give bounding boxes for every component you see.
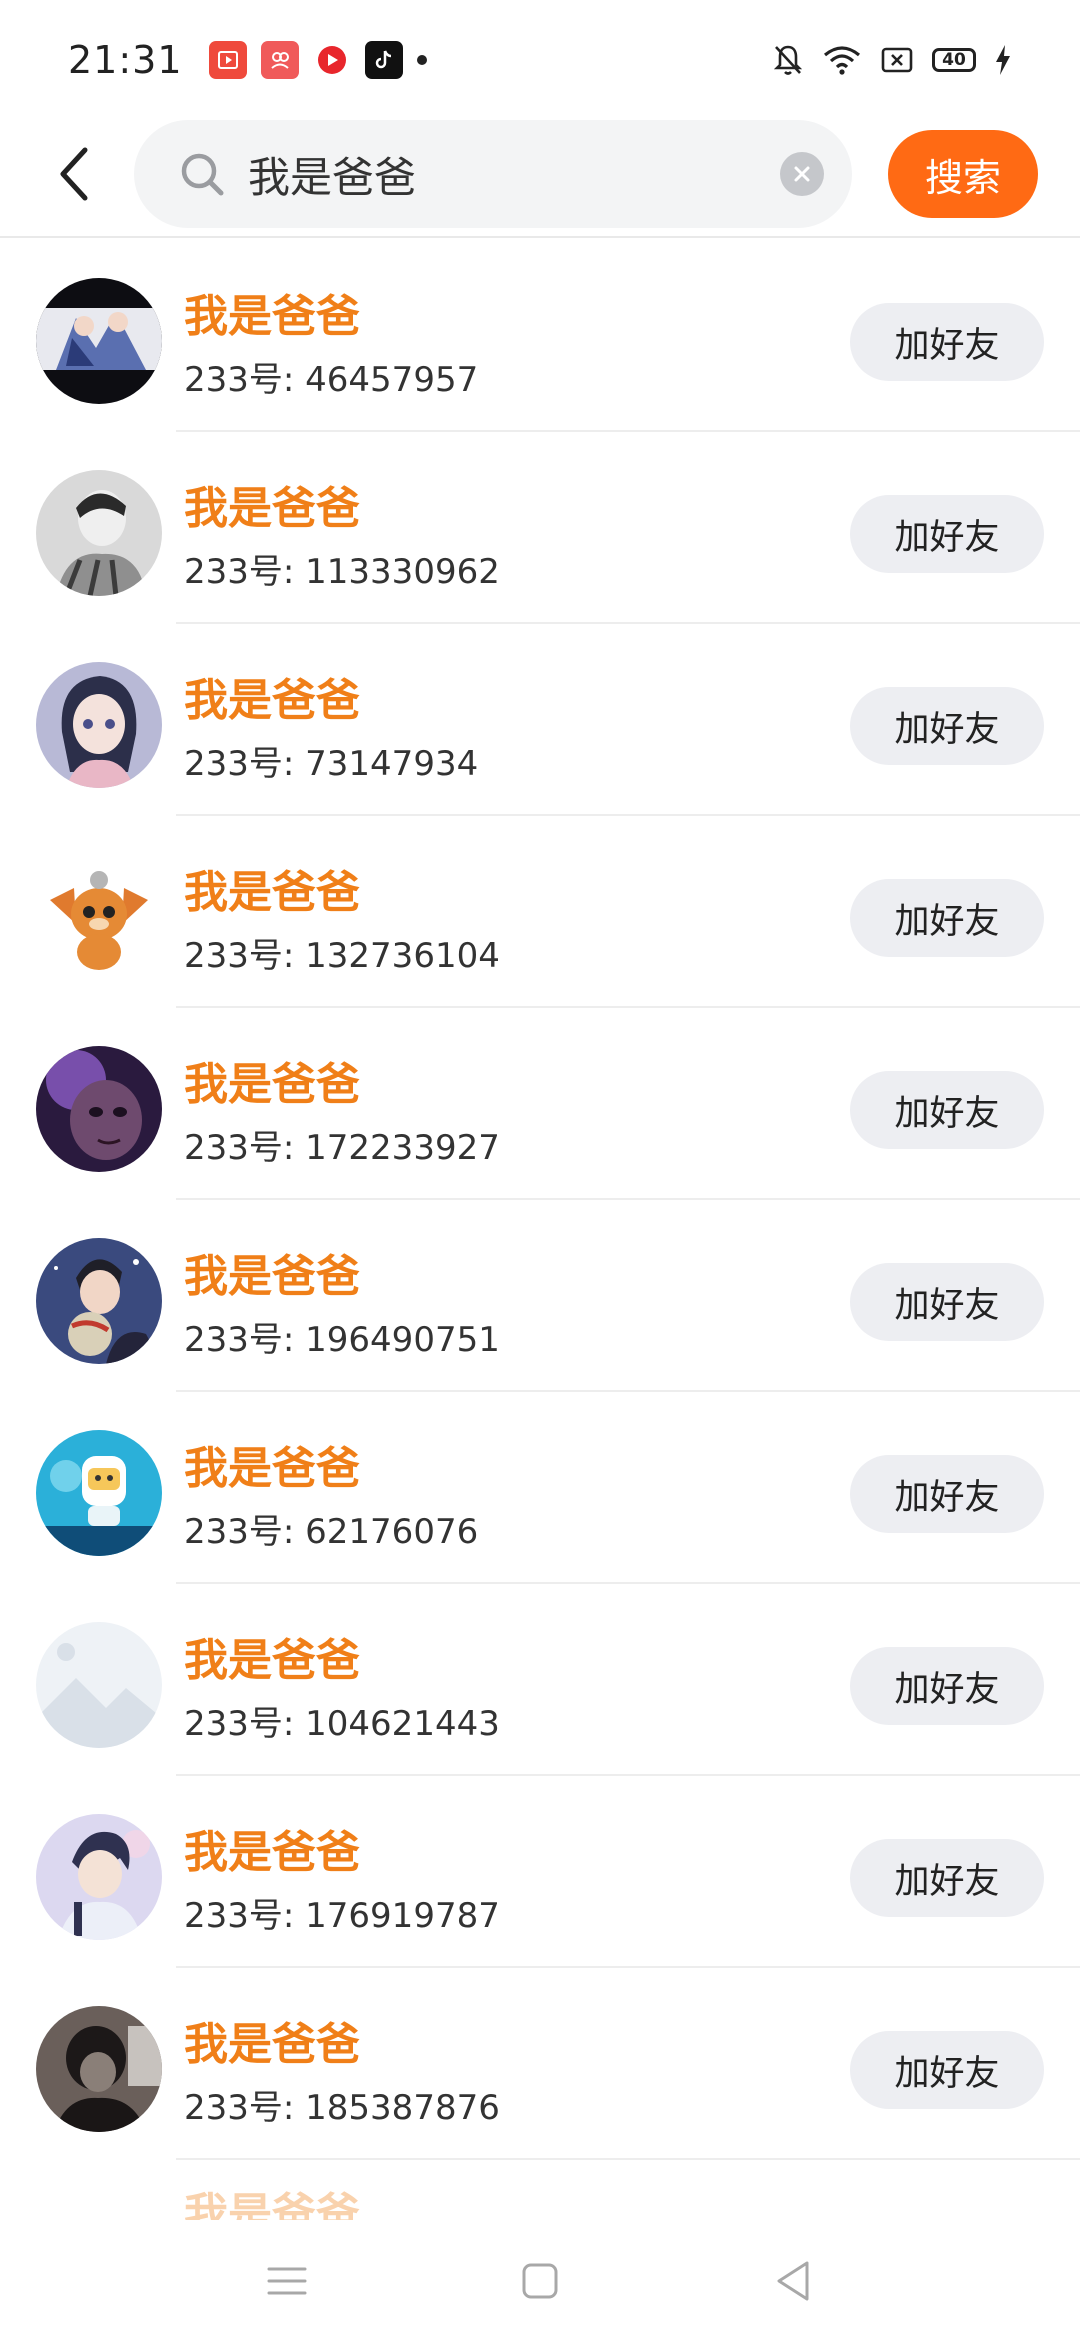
user-name: 我是爸爸	[184, 291, 360, 342]
list-item[interactable]: 我是爸爸 233号: 196490751 加好友	[0, 1200, 1080, 1392]
user-name: 我是爸爸	[184, 1251, 360, 1302]
user-name: 我是爸爸	[184, 1443, 360, 1494]
add-friend-button[interactable]: 加好友	[850, 1455, 1044, 1533]
user-name: 我是爸爸	[184, 1827, 360, 1878]
search-icon	[181, 153, 224, 196]
user-id: 233号: 172233927	[184, 1128, 500, 1168]
add-friend-button[interactable]: 加好友	[850, 1647, 1044, 1725]
user-id: 233号: 104621443	[184, 1704, 500, 1744]
charging-icon	[996, 45, 1010, 75]
user-id: 233号: 196490751	[184, 1320, 500, 1360]
navigation-bar	[0, 2222, 1080, 2340]
avatar[interactable]	[36, 854, 162, 980]
app-community-icon	[260, 41, 299, 79]
add-friend-button[interactable]: 加好友	[850, 687, 1044, 765]
list-item[interactable]: 我是爸爸	[0, 2160, 1080, 2220]
user-id: 233号: 113330962	[184, 552, 500, 592]
mute-bell-icon	[773, 45, 803, 75]
home-button[interactable]	[505, 2246, 575, 2316]
search-header: 我是爸爸 搜索	[0, 112, 1080, 238]
battery-indicator: 40	[932, 48, 976, 72]
list-item[interactable]: 我是爸爸 233号: 172233927 加好友	[0, 1008, 1080, 1200]
add-friend-button[interactable]: 加好友	[850, 1839, 1044, 1917]
list-item[interactable]: 我是爸爸 233号: 176919787 加好友	[0, 1776, 1080, 1968]
add-friend-button[interactable]: 加好友	[850, 1263, 1044, 1341]
search-button[interactable]: 搜索	[888, 130, 1038, 218]
user-name: 我是爸爸	[184, 1059, 360, 1110]
add-friend-button[interactable]: 加好友	[850, 1071, 1044, 1149]
back-arrow-icon	[60, 147, 88, 201]
list-item[interactable]: 我是爸爸 233号: 132736104 加好友	[0, 816, 1080, 1008]
screen: 21:31 40 我是爸爸 搜索 我是爸爸 233号: 46457957 加好友…	[0, 0, 1080, 2340]
home-icon	[522, 2263, 558, 2299]
user-id: 233号: 46457957	[184, 360, 479, 400]
result-list: 我是爸爸 233号: 46457957 加好友 我是爸爸 233号: 11333…	[0, 240, 1080, 2220]
status-bar: 21:31 40	[0, 0, 1080, 120]
back-button[interactable]	[44, 144, 104, 204]
add-friend-button[interactable]: 加好友	[850, 2031, 1044, 2109]
notification-icons	[208, 41, 427, 79]
close-icon	[794, 166, 810, 182]
user-id: 233号: 176919787	[184, 1896, 500, 1936]
list-item[interactable]: 我是爸爸 233号: 113330962 加好友	[0, 432, 1080, 624]
user-name: 我是爸爸	[184, 675, 360, 726]
avatar[interactable]	[36, 470, 162, 596]
user-id: 233号: 73147934	[184, 744, 479, 784]
more-notifications-dot	[416, 55, 427, 65]
add-friend-button[interactable]: 加好友	[850, 303, 1044, 381]
avatar[interactable]	[36, 662, 162, 788]
avatar[interactable]	[36, 278, 162, 404]
list-item[interactable]: 我是爸爸 233号: 46457957 加好友	[0, 240, 1080, 432]
user-name: 我是爸爸	[184, 1635, 360, 1686]
add-friend-button[interactable]: 加好友	[850, 879, 1044, 957]
app-video-icon	[208, 41, 247, 79]
list-item[interactable]: 我是爸爸 233号: 62176076 加好友	[0, 1392, 1080, 1584]
clear-search-button[interactable]	[780, 152, 824, 196]
user-name: 我是爸爸	[184, 483, 360, 534]
status-time: 21:31	[68, 38, 183, 82]
recent-apps-button[interactable]	[252, 2246, 322, 2316]
wifi-icon	[823, 46, 861, 75]
avatar[interactable]	[36, 2006, 162, 2132]
add-friend-button[interactable]: 加好友	[850, 495, 1044, 573]
user-id: 233号: 62176076	[184, 1512, 479, 1552]
search-query[interactable]: 我是爸爸	[248, 144, 780, 205]
system-icons: 40	[772, 43, 1012, 77]
no-sim-icon	[881, 47, 913, 73]
user-id: 233号: 132736104	[184, 936, 500, 976]
avatar[interactable]	[36, 1238, 162, 1364]
avatar[interactable]	[36, 1046, 162, 1172]
avatar[interactable]	[36, 1430, 162, 1556]
back-triangle-icon	[777, 2261, 809, 2301]
list-item[interactable]: 我是爸爸 233号: 104621443 加好友	[0, 1584, 1080, 1776]
user-id: 233号: 185387876	[184, 2088, 500, 2128]
app-record-icon	[312, 41, 351, 79]
avatar[interactable]	[36, 1814, 162, 1940]
list-item[interactable]: 我是爸爸 233号: 73147934 加好友	[0, 624, 1080, 816]
avatar[interactable]	[36, 1622, 162, 1748]
tiktok-icon	[364, 41, 403, 79]
user-name: 我是爸爸	[184, 2019, 360, 2070]
menu-icon	[267, 2267, 307, 2295]
user-name: 我是爸爸	[184, 2189, 360, 2220]
list-item[interactable]: 我是爸爸 233号: 185387876 加好友	[0, 1968, 1080, 2160]
battery-level: 40	[942, 50, 966, 70]
back-nav-button[interactable]	[758, 2246, 828, 2316]
user-name: 我是爸爸	[184, 867, 360, 918]
search-input[interactable]: 我是爸爸	[134, 120, 852, 228]
